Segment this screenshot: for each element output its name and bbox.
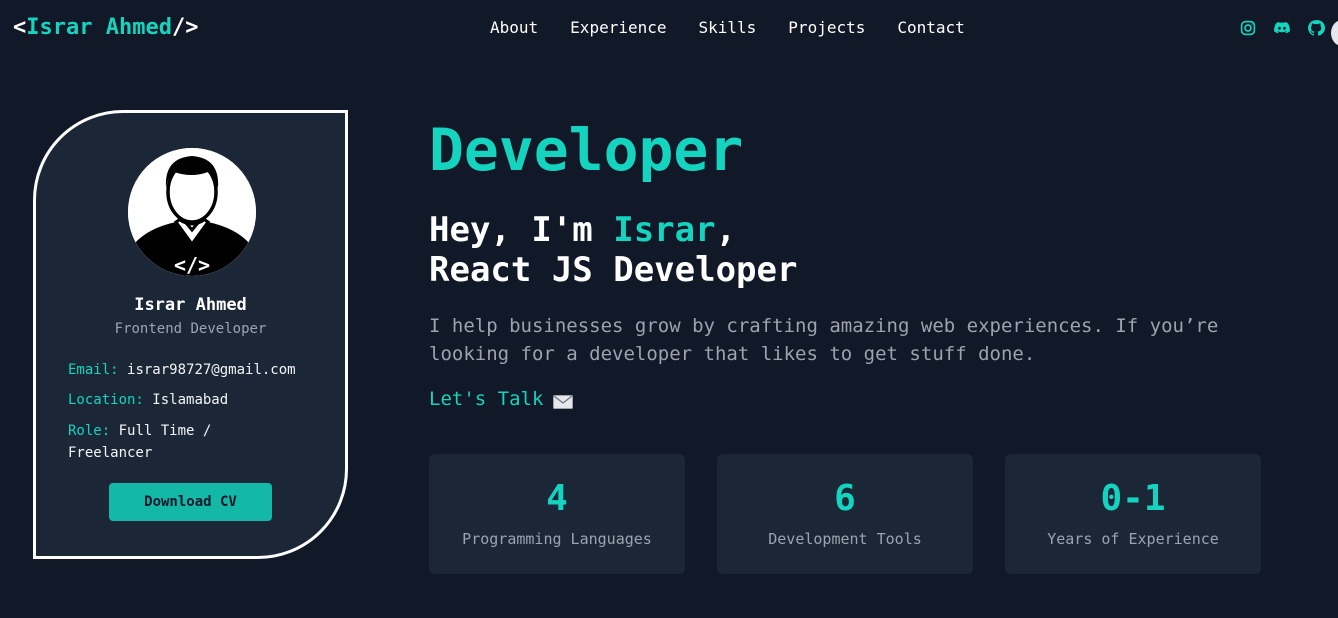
instagram-icon[interactable] — [1239, 19, 1257, 37]
location-label: Location: — [68, 392, 144, 408]
download-cv-button[interactable]: Download CV — [109, 483, 272, 521]
logo-open-bracket: < — [13, 15, 27, 40]
greeting-name: Israr — [613, 210, 716, 250]
greeting-suffix: , — [715, 210, 737, 250]
profile-avatar-icon: </> — [128, 148, 256, 276]
profile-role: Frontend Developer — [114, 321, 267, 337]
svg-text:</>: </> — [174, 253, 210, 276]
stat-label: Years of Experience — [1047, 530, 1219, 548]
email-label: Email: — [68, 362, 119, 378]
stat-value: 0-1 — [1100, 478, 1166, 519]
nav-link-about[interactable]: About — [490, 18, 538, 37]
profile-role-type: Role: Full Time / Freelancer — [68, 420, 238, 464]
hero-greeting: Hey, I'm Israr, React JS Developer — [429, 210, 797, 290]
location-value: Islamabad — [152, 392, 229, 408]
navbar: <Israr Ahmed/> About Experience Skills P… — [0, 0, 1338, 58]
logo-close-bracket: /> — [171, 15, 199, 40]
greeting-line: Hey, I'm Israr, — [429, 210, 797, 250]
lets-talk-label: Let's Talk — [429, 388, 544, 410]
portfolio-page: <Israr Ahmed/> About Experience Skills P… — [0, 0, 1338, 618]
nav-link-contact[interactable]: Contact — [897, 18, 964, 37]
stat-label: Development Tools — [768, 530, 922, 548]
greeting-prefix: Hey, I'm — [429, 210, 614, 250]
lets-talk-link[interactable]: Let's Talk — [429, 388, 574, 410]
hero-description: I help businesses grow by crafting amazi… — [429, 315, 1219, 365]
nav-link-projects[interactable]: Projects — [788, 18, 865, 37]
stat-value: 4 — [546, 478, 568, 519]
profile-location: Location: Islamabad — [68, 389, 328, 411]
email-value: israr98727@gmail.com — [127, 362, 296, 378]
logo-name: Israr Ahmed — [26, 15, 172, 40]
stat-label: Programming Languages — [462, 530, 652, 548]
stat-card-tools: 6 Development Tools — [717, 454, 973, 574]
nav-link-experience[interactable]: Experience — [570, 18, 666, 37]
hero-headline: React JS Developer — [429, 250, 798, 290]
nav-link-skills[interactable]: Skills — [699, 18, 757, 37]
github-icon[interactable] — [1307, 19, 1325, 37]
stat-card-experience: 0-1 Years of Experience — [1005, 454, 1261, 574]
main-menu: About Experience Skills Projects Contact — [490, 18, 965, 37]
profile-email: Email: israr98727@gmail.com — [68, 359, 328, 381]
profile-name: Israr Ahmed — [134, 295, 247, 315]
hero-title: Developer — [429, 116, 744, 184]
role-label: Role: — [68, 423, 111, 439]
avatar[interactable] — [1331, 20, 1338, 46]
discord-icon[interactable] — [1273, 19, 1291, 37]
profile-card: </> Israr Ahmed Frontend Developer Email… — [33, 110, 348, 559]
site-logo[interactable]: <Israr Ahmed/> — [13, 15, 198, 40]
envelope-icon — [553, 392, 574, 409]
social-links — [1239, 19, 1325, 37]
stat-value: 6 — [834, 478, 856, 519]
stat-card-languages: 4 Programming Languages — [429, 454, 685, 574]
